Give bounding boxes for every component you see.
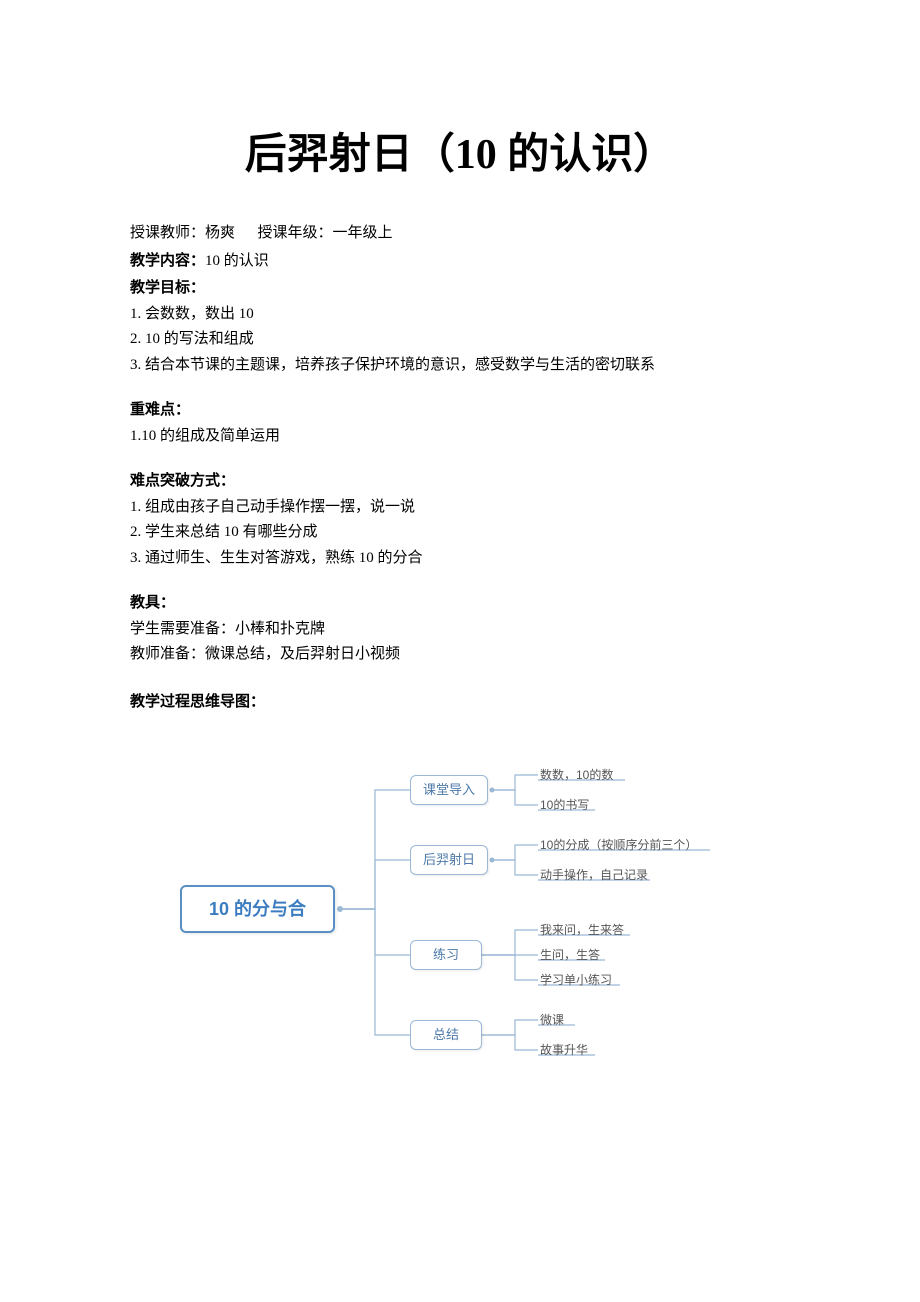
objectives-heading: 教学目标： [130,276,790,302]
mindmap-container: 10 的分与合 课堂导入 后羿射日 练习 总结 数数，10的数 10的书写 10… [130,745,790,1085]
tools-line: 学生需要准备：小棒和扑克牌 [130,617,790,643]
mindmap-root: 10 的分与合 [180,885,335,933]
mindmap-leaf: 微课 [540,1010,564,1030]
objective-item: 1. 会数数，数出 10 [130,302,790,328]
teacher-value: 杨爽 [205,225,235,241]
grade-label: 授课年级： [258,225,333,241]
mindmap-leaf: 10的书写 [540,795,589,815]
document-title: 后羿射日（10 的认识） [130,120,790,191]
keypoint-item: 1.10 的组成及简单运用 [130,424,790,450]
mindmap-node: 练习 [410,940,482,970]
mindmap-leaf: 数数，10的数 [540,765,613,785]
breakthrough-item: 2. 学生来总结 10 有哪些分成 [130,520,790,546]
mindmap-leaf: 学习单小练习 [540,970,612,990]
content-line: 教学内容：10 的认识 [130,249,790,275]
grade-value: 一年级上 [333,225,393,241]
content-text: 10 的认识 [205,253,269,269]
tools-heading: 教具： [130,591,790,617]
breakthrough-item: 1. 组成由孩子自己动手操作摆一摆，说一说 [130,495,790,521]
mindmap-leaf: 故事升华 [540,1040,588,1060]
keypoints-heading: 重难点： [130,398,790,424]
mindmap-node: 后羿射日 [410,845,488,875]
content-heading: 教学内容： [130,253,205,269]
breakthrough-heading: 难点突破方式： [130,469,790,495]
mindmap-leaf: 动手操作，自己记录 [540,865,648,885]
mindmap-leaf: 我来问，生来答 [540,920,624,940]
meta-line: 授课教师：杨爽 授课年级：一年级上 [130,221,790,247]
mindmap-node: 课堂导入 [410,775,488,805]
breakthrough-item: 3. 通过师生、生生对答游戏，熟练 10 的分合 [130,546,790,572]
mindmap-heading: 教学过程思维导图： [130,690,790,716]
tools-line: 教师准备：微课总结，及后羿射日小视频 [130,642,790,668]
mindmap: 10 的分与合 课堂导入 后羿射日 练习 总结 数数，10的数 10的书写 10… [180,745,740,1085]
mindmap-node: 总结 [410,1020,482,1050]
objective-item: 3. 结合本节课的主题课，培养孩子保护环境的意识，感受数学与生活的密切联系 [130,353,790,379]
mindmap-leaf: 生问，生答 [540,945,600,965]
teacher-label: 授课教师： [130,225,205,241]
mindmap-leaf: 10的分成（按顺序分前三个） [540,835,697,855]
objective-item: 2. 10 的写法和组成 [130,327,790,353]
